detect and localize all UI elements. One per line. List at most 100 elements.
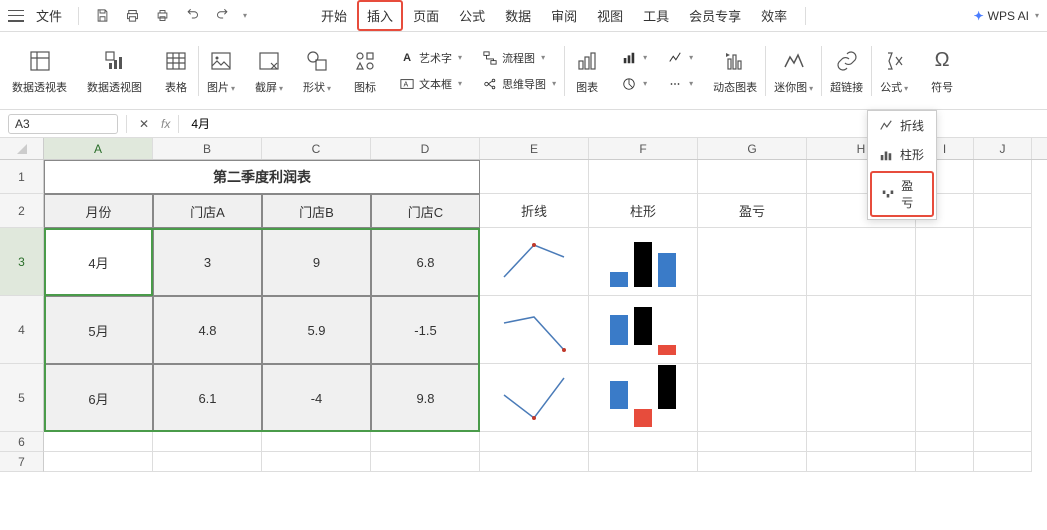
dynamic-chart-button[interactable]: 动态图表 — [709, 43, 761, 99]
symbol-button[interactable]: Ω 符号 — [924, 43, 960, 99]
undo-icon[interactable] — [181, 5, 203, 27]
cancel-icon[interactable]: ✕ — [135, 113, 153, 135]
redo-icon[interactable] — [211, 5, 233, 27]
cell[interactable] — [480, 432, 589, 452]
mindmap-button[interactable]: 思维导图▾ — [478, 74, 560, 94]
sparkline-bar-f3[interactable] — [589, 228, 698, 296]
cell[interactable] — [589, 160, 698, 194]
col-header-e[interactable]: E — [480, 138, 589, 159]
cell[interactable] — [153, 452, 262, 472]
cell[interactable] — [44, 432, 153, 452]
bar-chart-button[interactable]: ▾ — [617, 48, 651, 68]
dropdown-line[interactable]: 折线 — [868, 111, 936, 140]
cell-a3[interactable]: 4月 — [44, 228, 153, 296]
save-icon[interactable] — [91, 5, 113, 27]
tab-efficiency[interactable]: 效率 — [751, 0, 797, 31]
row-header-1[interactable]: 1 — [0, 160, 44, 194]
header-sparkline-line[interactable]: 折线 — [480, 194, 589, 228]
row-header-2[interactable]: 2 — [0, 194, 44, 228]
cell[interactable] — [974, 452, 1032, 472]
tab-data[interactable]: 数据 — [495, 0, 541, 31]
cell[interactable] — [974, 160, 1032, 194]
cell[interactable] — [480, 160, 589, 194]
cell[interactable] — [807, 452, 916, 472]
hyperlink-button[interactable]: 超链接 — [826, 43, 867, 99]
cell-g4[interactable] — [698, 296, 807, 364]
cell-b3[interactable]: 3 — [153, 228, 262, 296]
cell[interactable] — [916, 364, 974, 432]
hamburger-icon[interactable] — [8, 10, 24, 22]
tab-insert[interactable]: 插入 — [357, 0, 403, 31]
sparkline-line-e4[interactable] — [480, 296, 589, 364]
pie-chart-button[interactable]: ▾ — [617, 74, 651, 94]
cell[interactable] — [916, 432, 974, 452]
sparkline-line-e3[interactable] — [480, 228, 589, 296]
tab-tools[interactable]: 工具 — [633, 0, 679, 31]
header-month[interactable]: 月份 — [44, 194, 153, 228]
cell-g5[interactable] — [698, 364, 807, 432]
select-all-corner[interactable] — [0, 138, 44, 159]
qat-more-icon[interactable]: ▾ — [243, 11, 247, 20]
wordart-button[interactable]: A 艺术字▾ — [395, 48, 466, 68]
print-preview-icon[interactable] — [121, 5, 143, 27]
cell-c3[interactable]: 9 — [262, 228, 371, 296]
cell[interactable] — [807, 228, 916, 296]
cell[interactable] — [916, 228, 974, 296]
row-header-4[interactable]: 4 — [0, 296, 44, 364]
cell[interactable] — [916, 452, 974, 472]
col-header-b[interactable]: B — [153, 138, 262, 159]
file-menu[interactable]: 文件 — [32, 6, 66, 25]
cell[interactable] — [698, 160, 807, 194]
name-box[interactable]: A3 — [8, 114, 118, 134]
row-header-7[interactable]: 7 — [0, 452, 44, 472]
cell[interactable] — [807, 364, 916, 432]
cell[interactable] — [262, 432, 371, 452]
screenshot-button[interactable]: 截屏▾ — [251, 43, 287, 99]
title-cell[interactable]: 第二季度利润表 — [44, 160, 480, 194]
sparkline-line-e5[interactable] — [480, 364, 589, 432]
pivot-chart-button[interactable]: 数据透视图 — [83, 43, 146, 99]
line-chart-button[interactable]: ▾ — [663, 48, 697, 68]
icon-button[interactable]: 图标 — [347, 43, 383, 99]
cell[interactable] — [807, 296, 916, 364]
col-header-c[interactable]: C — [262, 138, 371, 159]
col-header-a[interactable]: A — [44, 138, 153, 159]
cell-a4[interactable]: 5月 — [44, 296, 153, 364]
shape-button[interactable]: 形状▾ — [299, 43, 335, 99]
dropdown-bar[interactable]: 柱形 — [868, 140, 936, 169]
col-header-d[interactable]: D — [371, 138, 480, 159]
cell[interactable] — [44, 452, 153, 472]
cell[interactable] — [974, 296, 1032, 364]
cell[interactable] — [480, 452, 589, 472]
cell-d5[interactable]: 9.8 — [371, 364, 480, 432]
cell-b4[interactable]: 4.8 — [153, 296, 262, 364]
print-icon[interactable] — [151, 5, 173, 27]
textbox-button[interactable]: A 文本框▾ — [395, 74, 466, 94]
cell[interactable] — [371, 452, 480, 472]
cell[interactable] — [371, 432, 480, 452]
cell[interactable] — [974, 364, 1032, 432]
cell[interactable] — [262, 452, 371, 472]
sparkline-bar-f5[interactable] — [589, 364, 698, 432]
cell[interactable] — [153, 432, 262, 452]
row-header-3[interactable]: 3 — [0, 228, 44, 296]
tab-member[interactable]: 会员专享 — [679, 0, 751, 31]
cell-d4[interactable]: -1.5 — [371, 296, 480, 364]
col-header-f[interactable]: F — [589, 138, 698, 159]
cell[interactable] — [916, 296, 974, 364]
row-header-5[interactable]: 5 — [0, 364, 44, 432]
more-chart-button[interactable]: ▾ — [663, 74, 697, 94]
cell[interactable] — [974, 194, 1032, 228]
formula-button[interactable]: 公式▾ — [876, 43, 912, 99]
col-header-g[interactable]: G — [698, 138, 807, 159]
header-store-b[interactable]: 门店B — [262, 194, 371, 228]
cell[interactable] — [698, 432, 807, 452]
flowchart-button[interactable]: 流程图▾ — [478, 48, 560, 68]
tab-start[interactable]: 开始 — [311, 0, 357, 31]
fx-label[interactable]: fx — [161, 117, 170, 131]
sparkline-bar-f4[interactable] — [589, 296, 698, 364]
wps-ai-button[interactable]: ✦ WPS AI ▾ — [974, 9, 1039, 23]
cell[interactable] — [589, 452, 698, 472]
col-header-j[interactable]: J — [974, 138, 1032, 159]
cell-c4[interactable]: 5.9 — [262, 296, 371, 364]
